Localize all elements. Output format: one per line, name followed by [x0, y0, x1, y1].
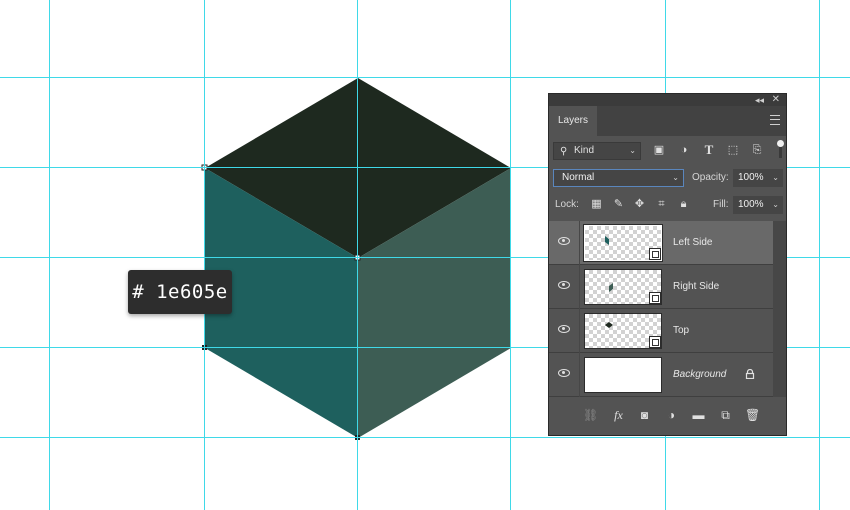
color-hex-tooltip: # 1e605e [128, 270, 232, 314]
layer-row-top[interactable]: Top [549, 309, 773, 353]
fill-value: 100% [738, 199, 764, 210]
toggle-track [779, 147, 782, 158]
divider [579, 309, 580, 353]
layer-name[interactable]: Left Side [673, 221, 712, 265]
type-filter-icon[interactable]: T [702, 143, 716, 157]
chevron-down-icon: ⌄ [629, 146, 636, 155]
divider [579, 265, 580, 309]
divider [579, 353, 580, 397]
layer-filter-row: ⚲ Kind ⌄ ▣ ◑ T ⬚ ⎘ [553, 140, 784, 162]
smart-object-filter-icon[interactable]: ⎘ [750, 143, 764, 157]
smart-object-badge-icon [649, 248, 661, 260]
panel-tab-bar: Layers [549, 106, 786, 136]
divider [579, 221, 580, 265]
lock-artboard-icon[interactable]: ⌗ [655, 198, 668, 211]
layer-thumbnail[interactable] [583, 224, 663, 262]
tab-layers[interactable]: Layers [549, 106, 597, 136]
opacity-value: 100% [738, 172, 764, 183]
collapse-panel-icon[interactable]: ◂◂ [755, 94, 764, 106]
filter-toggle-switch[interactable] [777, 140, 784, 160]
adjustment-filter-icon[interactable]: ◑ [677, 143, 691, 157]
toggle-knob-icon [777, 140, 784, 147]
lock-transparent-pixels-icon[interactable]: ▦ [590, 198, 603, 211]
fill-field[interactable]: 100% ⌄ [733, 196, 783, 214]
fill-label: Fill: [713, 199, 729, 210]
eye-icon[interactable] [558, 369, 570, 377]
layers-scrollbar[interactable] [773, 221, 786, 397]
layer-thumbnail[interactable] [584, 269, 662, 305]
panel-menu-icon[interactable] [770, 115, 780, 125]
lock-label: Lock: [555, 199, 579, 210]
lock-icon [745, 369, 755, 379]
layer-thumbnail[interactable] [584, 357, 662, 393]
layer-row-background[interactable]: Background [549, 353, 773, 397]
delete-layer-icon[interactable]: 🗑︎ [745, 408, 760, 423]
filter-kind-select[interactable]: ⚲ Kind ⌄ [553, 142, 641, 160]
blend-mode-select[interactable]: Normal ⌄ [553, 169, 684, 187]
layers-bottom-toolbar: ⛓ fx ◙ ◑ ▬ ⧉ 🗑︎ [549, 404, 786, 428]
lock-all-icon[interactable]: 🔒︎ [677, 198, 690, 211]
new-group-icon[interactable]: ▬ [691, 408, 706, 423]
adjustment-layer-icon[interactable]: ◑ [664, 408, 679, 423]
opacity-label: Opacity: [692, 172, 729, 183]
layer-style-icon[interactable]: fx [611, 408, 626, 423]
lock-position-icon[interactable]: ✥ [633, 198, 646, 211]
image-filter-icon[interactable]: ▣ [652, 143, 666, 157]
layer-name[interactable]: Top [673, 309, 689, 353]
lock-image-pixels-icon[interactable]: ✎ [612, 198, 625, 211]
panel-title-bar[interactable]: ◂◂ ✕ [549, 94, 786, 106]
horizontal-guide[interactable] [0, 77, 850, 78]
eye-icon[interactable] [558, 237, 570, 245]
lock-row: Lock: ▦ ✎ ✥ ⌗ 🔒︎ Fill: 100% ⌄ [553, 196, 783, 214]
layer-name[interactable]: Right Side [673, 265, 719, 309]
layer-mask-icon[interactable]: ◙ [637, 408, 652, 423]
blend-mode-value: Normal [562, 172, 595, 183]
layer-row-left-side[interactable]: Left Side [549, 221, 773, 265]
smart-object-badge-icon [649, 336, 661, 348]
shape-filter-icon[interactable]: ⬚ [726, 143, 740, 157]
layer-row-right-side[interactable]: Right Side [549, 265, 773, 309]
search-icon: ⚲ [560, 146, 568, 157]
new-layer-icon[interactable]: ⧉ [718, 408, 733, 423]
layers-panel: ◂◂ ✕ Layers ⚲ Kind ⌄ ▣ ◑ T ⬚ ⎘ Normal ⌄ … [548, 93, 787, 436]
close-panel-icon[interactable]: ✕ [772, 94, 780, 106]
filter-kind-label: Kind [574, 145, 595, 156]
horizontal-guide[interactable] [0, 437, 850, 438]
eye-icon[interactable] [558, 325, 570, 333]
chevron-down-icon[interactable]: ⌄ [772, 196, 779, 214]
opacity-field[interactable]: 100% ⌄ [733, 169, 783, 187]
eye-icon[interactable] [558, 281, 570, 289]
link-layers-icon[interactable]: ⛓ [583, 408, 598, 423]
smart-object-badge-icon [649, 292, 661, 304]
blend-row: Normal ⌄ Opacity: 100% ⌄ [553, 169, 783, 187]
chevron-down-icon: ⌄ [672, 173, 679, 182]
chevron-down-icon[interactable]: ⌄ [772, 169, 779, 187]
layer-name[interactable]: Background [673, 353, 726, 397]
layers-list: Left Side Right Side Top Background [549, 221, 773, 397]
layer-thumbnail[interactable] [584, 313, 662, 349]
